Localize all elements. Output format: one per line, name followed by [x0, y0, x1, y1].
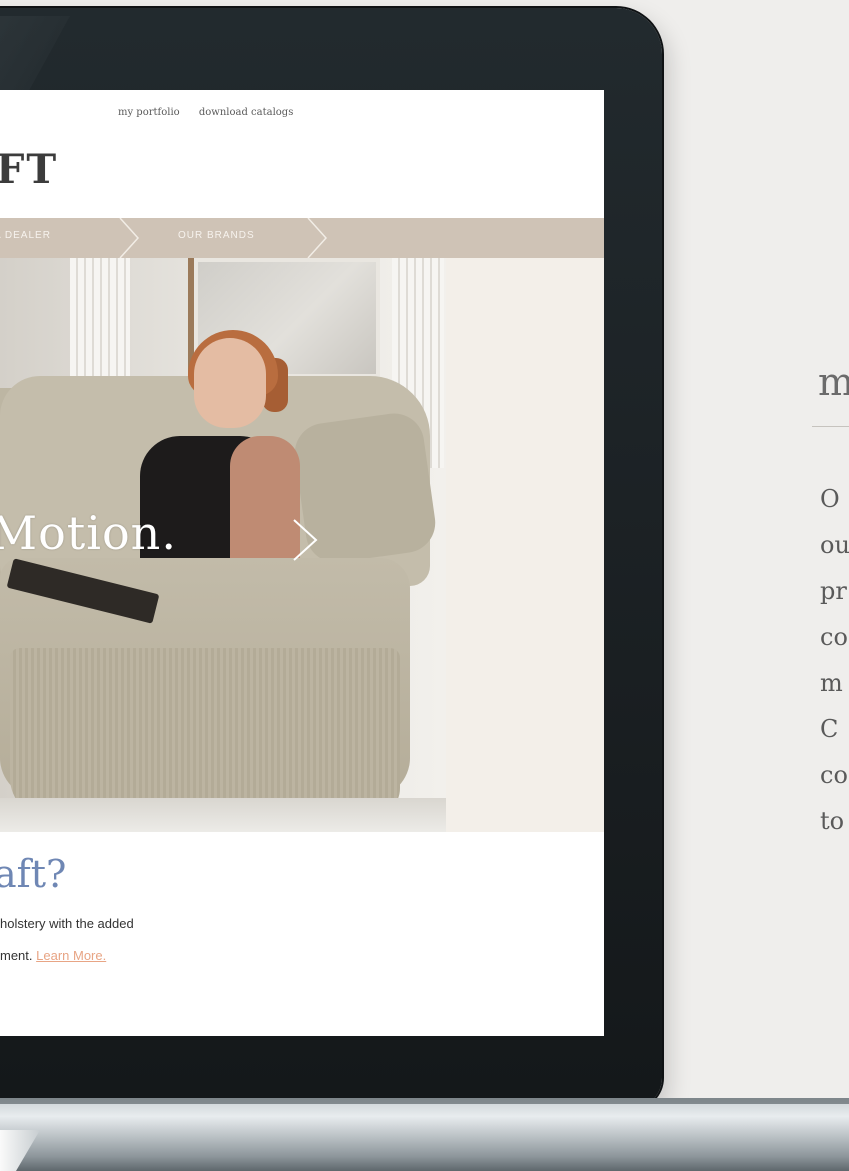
side-line: co — [820, 623, 848, 651]
side-paragraph: O ou pr co m C co to — [820, 476, 849, 844]
side-line: m — [820, 669, 843, 697]
side-line: ou — [820, 531, 849, 559]
nav-separator-icon — [119, 218, 140, 258]
promo-line-1: holstery with the added — [0, 916, 134, 931]
side-divider — [812, 426, 849, 427]
person-head — [194, 338, 266, 428]
floor — [0, 798, 446, 832]
utility-nav: my portfolio download catalogs — [118, 107, 309, 118]
download-catalogs-link[interactable]: download catalogs — [199, 107, 293, 118]
hero-banner[interactable]: Motion. — [0, 258, 604, 832]
nav-separator-icon — [307, 218, 328, 258]
side-line: co — [820, 761, 848, 789]
promo-heading: aft? — [0, 852, 67, 896]
promo-section: aft? holstery with the added ment. Learn… — [0, 832, 604, 1036]
laptop-base-lip — [0, 1098, 849, 1104]
hero-wall — [446, 258, 604, 832]
chevron-right-icon[interactable] — [290, 516, 322, 564]
side-heading: m — [818, 360, 849, 404]
sofa-front — [10, 648, 400, 818]
main-nav: A DEALER OUR BRANDS — [0, 218, 604, 258]
site-logo[interactable]: FT — [0, 146, 58, 193]
side-line: C — [820, 715, 839, 743]
promo-line-2-text: ment. — [0, 948, 37, 963]
nav-item-our-brands[interactable]: OUR BRANDS — [178, 230, 255, 241]
learn-more-link[interactable]: Learn More. — [36, 948, 106, 963]
nav-item-dealer[interactable]: A DEALER — [0, 230, 51, 241]
side-line: pr — [820, 577, 847, 605]
hero-title: Motion. — [0, 506, 177, 560]
side-line: to — [820, 807, 845, 835]
side-line: O — [820, 485, 840, 513]
promo-line-2: ment. Learn More. — [0, 948, 106, 963]
laptop-base — [0, 1098, 849, 1171]
laptop-screen: my portfolio download catalogs FT A DEAL… — [0, 90, 604, 1036]
my-portfolio-link[interactable]: my portfolio — [118, 107, 180, 118]
